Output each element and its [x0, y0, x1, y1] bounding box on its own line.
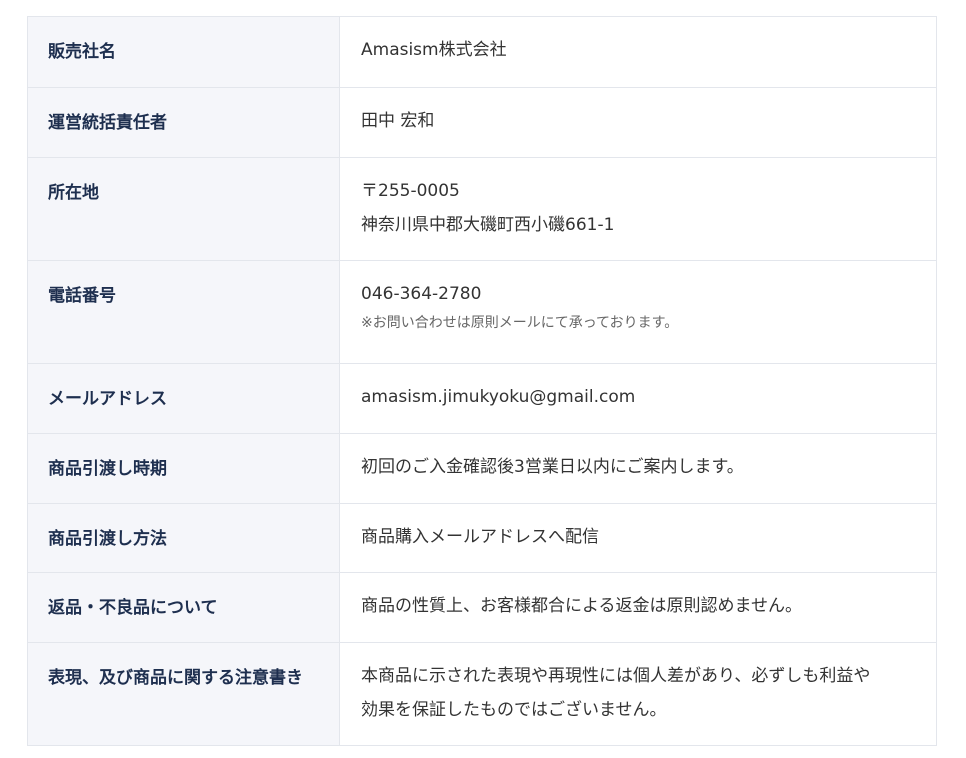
row-value-cell: 商品の性質上、お客様都合による返金は原則認めません。 [339, 572, 937, 643]
row-label: 販売社名 [48, 42, 116, 62]
row-value-cell: 田中 宏和 [339, 87, 937, 158]
row-label-cell: 運営統括責任者 [27, 87, 340, 158]
disclaimer-line: 本商品に示された表現や再現性には個人差があり、必ずしも利益や [361, 666, 871, 686]
row-value: Amasism株式会社 [361, 40, 507, 60]
legal-info-table: 販売社名 Amasism株式会社 運営統括責任者 田中 宏和 所在地 〒255-… [27, 16, 937, 746]
row-value: 商品購入メールアドレスへ配信 [361, 527, 599, 547]
row-value-cell: 本商品に示された表現や再現性には個人差があり、必ずしも利益や 効果を保証したもの… [339, 642, 937, 746]
table-row-delivery-time: 商品引渡し時期 初回のご入金確認後3営業日以内にご案内します。 [27, 433, 937, 504]
row-value: 田中 宏和 [361, 111, 435, 131]
table-row-phone: 電話番号 046-364-2780 ※お問い合わせは原則メールにて承っております… [27, 260, 937, 364]
row-value-cell: amasism.jimukyoku@gmail.com [339, 363, 937, 434]
legal-info-section: 販売社名 Amasism株式会社 運営統括責任者 田中 宏和 所在地 〒255-… [27, 16, 937, 746]
row-label-cell: 販売社名 [27, 16, 340, 88]
row-value: 商品の性質上、お客様都合による返金は原則認めません。 [361, 596, 802, 616]
row-label-cell: 電話番号 [27, 260, 340, 364]
table-row-returns: 返品・不良品について 商品の性質上、お客様都合による返金は原則認めません。 [27, 572, 937, 643]
row-value-cell: Amasism株式会社 [339, 16, 937, 88]
table-row-email: メールアドレス amasism.jimukyoku@gmail.com [27, 363, 937, 434]
phone-note: ※お問い合わせは原則メールにて承っております。 [361, 315, 679, 331]
row-label: 表現、及び商品に関する注意書き [48, 668, 303, 688]
row-label: 所在地 [48, 183, 99, 203]
row-value-cell: 商品購入メールアドレスへ配信 [339, 503, 937, 573]
row-label: 電話番号 [48, 286, 116, 306]
address-line: 神奈川県中郡大磯町西小磯661-1 [361, 215, 615, 235]
row-label-cell: 表現、及び商品に関する注意書き [27, 642, 340, 746]
row-label: 運営統括責任者 [48, 113, 167, 133]
table-row-delivery-method: 商品引渡し方法 商品購入メールアドレスへ配信 [27, 503, 937, 573]
row-label-cell: メールアドレス [27, 363, 340, 434]
row-label-cell: 所在地 [27, 157, 340, 261]
row-label-cell: 返品・不良品について [27, 572, 340, 643]
row-label-cell: 商品引渡し時期 [27, 433, 340, 504]
table-row-address: 所在地 〒255-0005 神奈川県中郡大磯町西小磯661-1 [27, 157, 937, 261]
email-address: amasism.jimukyoku@gmail.com [361, 387, 636, 407]
row-value-cell: 〒255-0005 神奈川県中郡大磯町西小磯661-1 [339, 157, 937, 261]
postal-code: 〒255-0005 [361, 181, 460, 201]
row-label-cell: 商品引渡し方法 [27, 503, 340, 573]
row-label: 商品引渡し時期 [48, 459, 167, 479]
table-row-seller: 販売社名 Amasism株式会社 [27, 16, 937, 88]
table-row-disclaimer: 表現、及び商品に関する注意書き 本商品に示された表現や再現性には個人差があり、必… [27, 642, 937, 746]
row-value: 初回のご入金確認後3営業日以内にご案内します。 [361, 457, 744, 477]
row-label: 返品・不良品について [48, 598, 218, 618]
phone-number: 046-364-2780 [361, 284, 482, 304]
disclaimer-line: 効果を保証したものではございません。 [361, 700, 667, 720]
table-row-manager: 運営統括責任者 田中 宏和 [27, 87, 937, 158]
row-value-cell: 046-364-2780 ※お問い合わせは原則メールにて承っております。 [339, 260, 937, 364]
row-label: 商品引渡し方法 [48, 529, 167, 549]
row-label: メールアドレス [48, 389, 167, 409]
row-value-cell: 初回のご入金確認後3営業日以内にご案内します。 [339, 433, 937, 504]
